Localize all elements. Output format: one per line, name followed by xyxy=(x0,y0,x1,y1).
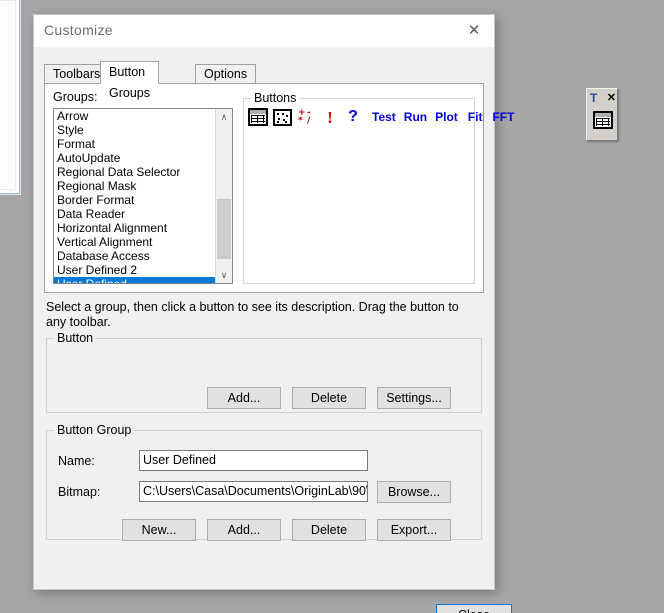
close-icon[interactable]: ✕ xyxy=(607,92,616,104)
list-item[interactable]: Border Format xyxy=(54,193,232,207)
list-item[interactable]: Format xyxy=(54,137,232,151)
button-legend: Button xyxy=(54,331,97,345)
buttons-palette: + - * / ! ? Test Run Plot Fit FFT xyxy=(244,105,514,129)
list-item[interactable]: Vertical Alignment xyxy=(54,235,232,249)
floating-toolbar-titlebar[interactable]: T ✕ xyxy=(589,90,617,106)
list-item[interactable]: Data Reader xyxy=(54,207,232,221)
floating-toolbar[interactable]: T ✕ xyxy=(586,88,618,141)
list-item[interactable]: Arrow xyxy=(54,109,232,123)
bitmap-label: Bitmap: xyxy=(58,485,101,499)
group-export-button[interactable]: Export... xyxy=(377,519,451,541)
dialog-title: Customize xyxy=(44,22,113,38)
tab-options[interactable]: Options xyxy=(195,64,257,83)
math-operations-icon[interactable]: + - * / xyxy=(297,108,315,127)
fft-button[interactable]: FFT xyxy=(492,110,514,124)
toolbar-title-icon: T xyxy=(590,91,598,105)
groups-scrollbar[interactable]: ∧ ∨ xyxy=(215,109,232,283)
background-window-sliver xyxy=(0,0,20,194)
tab-button-groups[interactable]: Button Groups xyxy=(100,61,159,100)
list-item[interactable]: User Defined 2 xyxy=(54,263,232,277)
close-icon[interactable]: ✕ xyxy=(454,15,494,45)
group-delete-button[interactable]: Delete xyxy=(292,519,366,541)
group-new-button[interactable]: New... xyxy=(122,519,196,541)
groups-label: Groups: xyxy=(53,90,98,104)
group-add-button[interactable]: Add... xyxy=(207,519,281,541)
button-settings-button[interactable]: Settings... xyxy=(377,387,451,409)
test-button[interactable]: Test xyxy=(372,110,396,124)
dialog-body: Toolbars Button Groups Options Groups: A… xyxy=(34,47,514,613)
list-item[interactable]: Regional Mask xyxy=(54,179,232,193)
customize-dialog: Customize ✕ Toolbars Button Groups Optio… xyxy=(33,14,514,613)
browse-button[interactable]: Browse... xyxy=(377,481,451,503)
matrix-icon[interactable] xyxy=(273,108,292,126)
fit-button[interactable]: Fit xyxy=(468,110,483,124)
buttons-legend: Buttons xyxy=(251,91,300,105)
list-item[interactable]: Regional Data Selector xyxy=(54,165,232,179)
tab-page-button-groups: Groups: Arrow Style Format AutoUpdate Re… xyxy=(44,83,514,293)
scrollbar-thumb[interactable] xyxy=(217,199,231,259)
list-item[interactable]: Style xyxy=(54,123,232,137)
button-delete-button[interactable]: Delete xyxy=(292,387,366,409)
worksheet-icon[interactable] xyxy=(248,108,268,126)
close-button[interactable]: Close xyxy=(436,604,512,613)
scroll-down-icon[interactable]: ∨ xyxy=(216,267,232,283)
button-group-legend: Button Group xyxy=(54,423,135,437)
description-text: Select a group, then click a button to s… xyxy=(46,300,459,329)
list-item-selected[interactable]: User Defined xyxy=(54,277,232,283)
bitmap-input[interactable]: C:\Users\Casa\Documents\OriginLab\90\Use… xyxy=(139,481,368,502)
worksheet-icon[interactable] xyxy=(592,109,614,131)
background-window-client xyxy=(0,0,16,190)
groups-listbox[interactable]: Arrow Style Format AutoUpdate Regional D… xyxy=(53,108,233,284)
plot-button[interactable]: Plot xyxy=(435,110,458,124)
run-button[interactable]: Run xyxy=(404,110,427,124)
list-item[interactable]: Database Access xyxy=(54,249,232,263)
name-label: Name: xyxy=(58,454,95,468)
name-input[interactable]: User Defined xyxy=(139,450,368,471)
list-item[interactable]: Horizontal Alignment xyxy=(54,221,232,235)
list-item[interactable]: AutoUpdate xyxy=(54,151,232,165)
button-add-button[interactable]: Add... xyxy=(207,387,281,409)
exclamation-icon[interactable]: ! xyxy=(324,109,336,126)
dialog-titlebar[interactable]: Customize ✕ xyxy=(34,15,494,47)
scroll-up-icon[interactable]: ∧ xyxy=(216,109,232,125)
question-icon[interactable]: ? xyxy=(347,109,359,125)
